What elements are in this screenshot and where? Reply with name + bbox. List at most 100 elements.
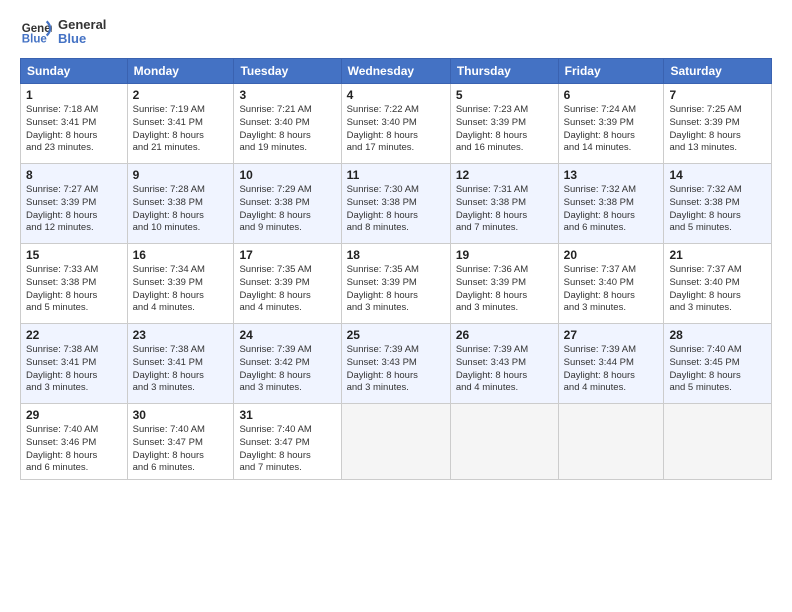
day-info: Sunrise: 7:38 AMSunset: 3:41 PMDaylight:… (133, 344, 229, 395)
day-number: 23 (133, 328, 229, 342)
day-number: 20 (564, 248, 659, 262)
calendar-week-row: 22 Sunrise: 7:38 AMSunset: 3:41 PMDayligh… (21, 324, 772, 404)
day-number: 25 (347, 328, 445, 342)
calendar-day-15: 15Sunrise: 7:33 AMSunset: 3:38 PMDayligh… (21, 244, 128, 324)
day-info: Sunrise: 7:22 AMSunset: 3:40 PMDaylight:… (347, 104, 445, 155)
logo-icon: General Blue (20, 16, 52, 48)
weekday-header-sunday: Sunday (21, 59, 128, 84)
calendar-day-3: 3Sunrise: 7:21 AMSunset: 3:40 PMDaylight… (234, 84, 341, 164)
calendar-day-31: 31 Sunrise: 7:40 AMSunset: 3:47 PMDayligh… (234, 404, 341, 480)
day-number: 5 (456, 88, 553, 102)
calendar-week-row: 29 Sunrise: 7:40 AMSunset: 3:46 PMDayligh… (21, 404, 772, 480)
logo-line1: General (58, 18, 106, 32)
calendar-week-row: 15Sunrise: 7:33 AMSunset: 3:38 PMDayligh… (21, 244, 772, 324)
day-number: 6 (564, 88, 659, 102)
calendar-day-29: 29 Sunrise: 7:40 AMSunset: 3:46 PMDayligh… (21, 404, 128, 480)
calendar-day-20: 20 Sunrise: 7:37 AMSunset: 3:40 PMDayligh… (558, 244, 664, 324)
day-number: 13 (564, 168, 659, 182)
calendar-day-22: 22 Sunrise: 7:38 AMSunset: 3:41 PMDayligh… (21, 324, 128, 404)
calendar-day-6: 6 Sunrise: 7:24 AMSunset: 3:39 PMDaylight… (558, 84, 664, 164)
day-number: 27 (564, 328, 659, 342)
day-number: 17 (239, 248, 335, 262)
weekday-header-saturday: Saturday (664, 59, 772, 84)
day-info: Sunrise: 7:40 AMSunset: 3:46 PMDaylight:… (26, 424, 122, 475)
calendar-day-17: 17 Sunrise: 7:35 AMSunset: 3:39 PMDayligh… (234, 244, 341, 324)
day-info: Sunrise: 7:39 AMSunset: 3:42 PMDaylight:… (239, 344, 335, 395)
day-number: 18 (347, 248, 445, 262)
day-number: 16 (133, 248, 229, 262)
day-info: Sunrise: 7:32 AMSunset: 3:38 PMDaylight:… (669, 184, 766, 235)
calendar-day-28: 28 Sunrise: 7:40 AMSunset: 3:45 PMDayligh… (664, 324, 772, 404)
calendar-day-30: 30Sunrise: 7:40 AMSunset: 3:47 PMDayligh… (127, 404, 234, 480)
calendar-day-27: 27 Sunrise: 7:39 AMSunset: 3:44 PMDayligh… (558, 324, 664, 404)
svg-text:Blue: Blue (22, 34, 48, 46)
day-number: 22 (26, 328, 122, 342)
empty-day (664, 404, 772, 480)
day-number: 24 (239, 328, 335, 342)
day-number: 2 (133, 88, 229, 102)
day-number: 7 (669, 88, 766, 102)
day-info: Sunrise: 7:39 AMSunset: 3:43 PMDaylight:… (347, 344, 445, 395)
day-info: Sunrise: 7:30 AMSunset: 3:38 PMDaylight:… (347, 184, 445, 235)
day-info: Sunrise: 7:18 AMSunset: 3:41 PMDaylight:… (26, 104, 122, 155)
calendar-week-row: 1 Sunrise: 7:18 AMSunset: 3:41 PMDaylight… (21, 84, 772, 164)
day-number: 4 (347, 88, 445, 102)
logo-line2: Blue (58, 32, 106, 46)
day-info: Sunrise: 7:28 AMSunset: 3:38 PMDaylight:… (133, 184, 229, 235)
day-info: Sunrise: 7:40 AMSunset: 3:45 PMDaylight:… (669, 344, 766, 395)
calendar-day-10: 10Sunrise: 7:29 AMSunset: 3:38 PMDayligh… (234, 164, 341, 244)
day-number: 10 (239, 168, 335, 182)
day-info: Sunrise: 7:35 AMSunset: 3:39 PMDaylight:… (239, 264, 335, 315)
day-number: 14 (669, 168, 766, 182)
calendar-header-row: SundayMondayTuesdayWednesdayThursdayFrid… (21, 59, 772, 84)
calendar-day-19: 19 Sunrise: 7:36 AMSunset: 3:39 PMDayligh… (450, 244, 558, 324)
day-info: Sunrise: 7:40 AMSunset: 3:47 PMDaylight:… (239, 424, 335, 475)
day-info: Sunrise: 7:31 AMSunset: 3:38 PMDaylight:… (456, 184, 553, 235)
calendar-day-7: 7 Sunrise: 7:25 AMSunset: 3:39 PMDaylight… (664, 84, 772, 164)
empty-day (450, 404, 558, 480)
day-number: 28 (669, 328, 766, 342)
calendar-day-25: 25 Sunrise: 7:39 AMSunset: 3:43 PMDayligh… (341, 324, 450, 404)
day-number: 29 (26, 408, 122, 422)
day-info: Sunrise: 7:38 AMSunset: 3:41 PMDaylight:… (26, 344, 122, 395)
day-info: Sunrise: 7:39 AMSunset: 3:43 PMDaylight:… (456, 344, 553, 395)
calendar-day-23: 23 Sunrise: 7:38 AMSunset: 3:41 PMDayligh… (127, 324, 234, 404)
day-info: Sunrise: 7:39 AMSunset: 3:44 PMDaylight:… (564, 344, 659, 395)
calendar-day-2: 2Sunrise: 7:19 AMSunset: 3:41 PMDaylight… (127, 84, 234, 164)
calendar-day-13: 13 Sunrise: 7:32 AMSunset: 3:38 PMDayligh… (558, 164, 664, 244)
day-info: Sunrise: 7:32 AMSunset: 3:38 PMDaylight:… (564, 184, 659, 235)
calendar-day-26: 26Sunrise: 7:39 AMSunset: 3:43 PMDayligh… (450, 324, 558, 404)
calendar-week-row: 8 Sunrise: 7:27 AMSunset: 3:39 PMDaylight… (21, 164, 772, 244)
day-info: Sunrise: 7:35 AMSunset: 3:39 PMDaylight:… (347, 264, 445, 315)
calendar-day-16: 16Sunrise: 7:34 AMSunset: 3:39 PMDayligh… (127, 244, 234, 324)
day-number: 3 (239, 88, 335, 102)
calendar-day-11: 11 Sunrise: 7:30 AMSunset: 3:38 PMDayligh… (341, 164, 450, 244)
day-number: 9 (133, 168, 229, 182)
day-info: Sunrise: 7:24 AMSunset: 3:39 PMDaylight:… (564, 104, 659, 155)
day-info: Sunrise: 7:27 AMSunset: 3:39 PMDaylight:… (26, 184, 122, 235)
day-info: Sunrise: 7:36 AMSunset: 3:39 PMDaylight:… (456, 264, 553, 315)
empty-day (341, 404, 450, 480)
day-number: 12 (456, 168, 553, 182)
day-number: 15 (26, 248, 122, 262)
calendar-day-12: 12 Sunrise: 7:31 AMSunset: 3:38 PMDayligh… (450, 164, 558, 244)
calendar-day-14: 14 Sunrise: 7:32 AMSunset: 3:38 PMDayligh… (664, 164, 772, 244)
day-info: Sunrise: 7:25 AMSunset: 3:39 PMDaylight:… (669, 104, 766, 155)
calendar-day-4: 4 Sunrise: 7:22 AMSunset: 3:40 PMDaylight… (341, 84, 450, 164)
day-number: 31 (239, 408, 335, 422)
page-header: General Blue General Blue (20, 16, 772, 48)
day-info: Sunrise: 7:23 AMSunset: 3:39 PMDaylight:… (456, 104, 553, 155)
day-info: Sunrise: 7:37 AMSunset: 3:40 PMDaylight:… (564, 264, 659, 315)
day-number: 1 (26, 88, 122, 102)
weekday-header-tuesday: Tuesday (234, 59, 341, 84)
day-number: 19 (456, 248, 553, 262)
weekday-header-wednesday: Wednesday (341, 59, 450, 84)
empty-day (558, 404, 664, 480)
day-number: 30 (133, 408, 229, 422)
calendar-day-8: 8 Sunrise: 7:27 AMSunset: 3:39 PMDaylight… (21, 164, 128, 244)
calendar-day-1: 1 Sunrise: 7:18 AMSunset: 3:41 PMDaylight… (21, 84, 128, 164)
day-number: 11 (347, 168, 445, 182)
weekday-header-friday: Friday (558, 59, 664, 84)
calendar-day-18: 18 Sunrise: 7:35 AMSunset: 3:39 PMDayligh… (341, 244, 450, 324)
day-number: 8 (26, 168, 122, 182)
